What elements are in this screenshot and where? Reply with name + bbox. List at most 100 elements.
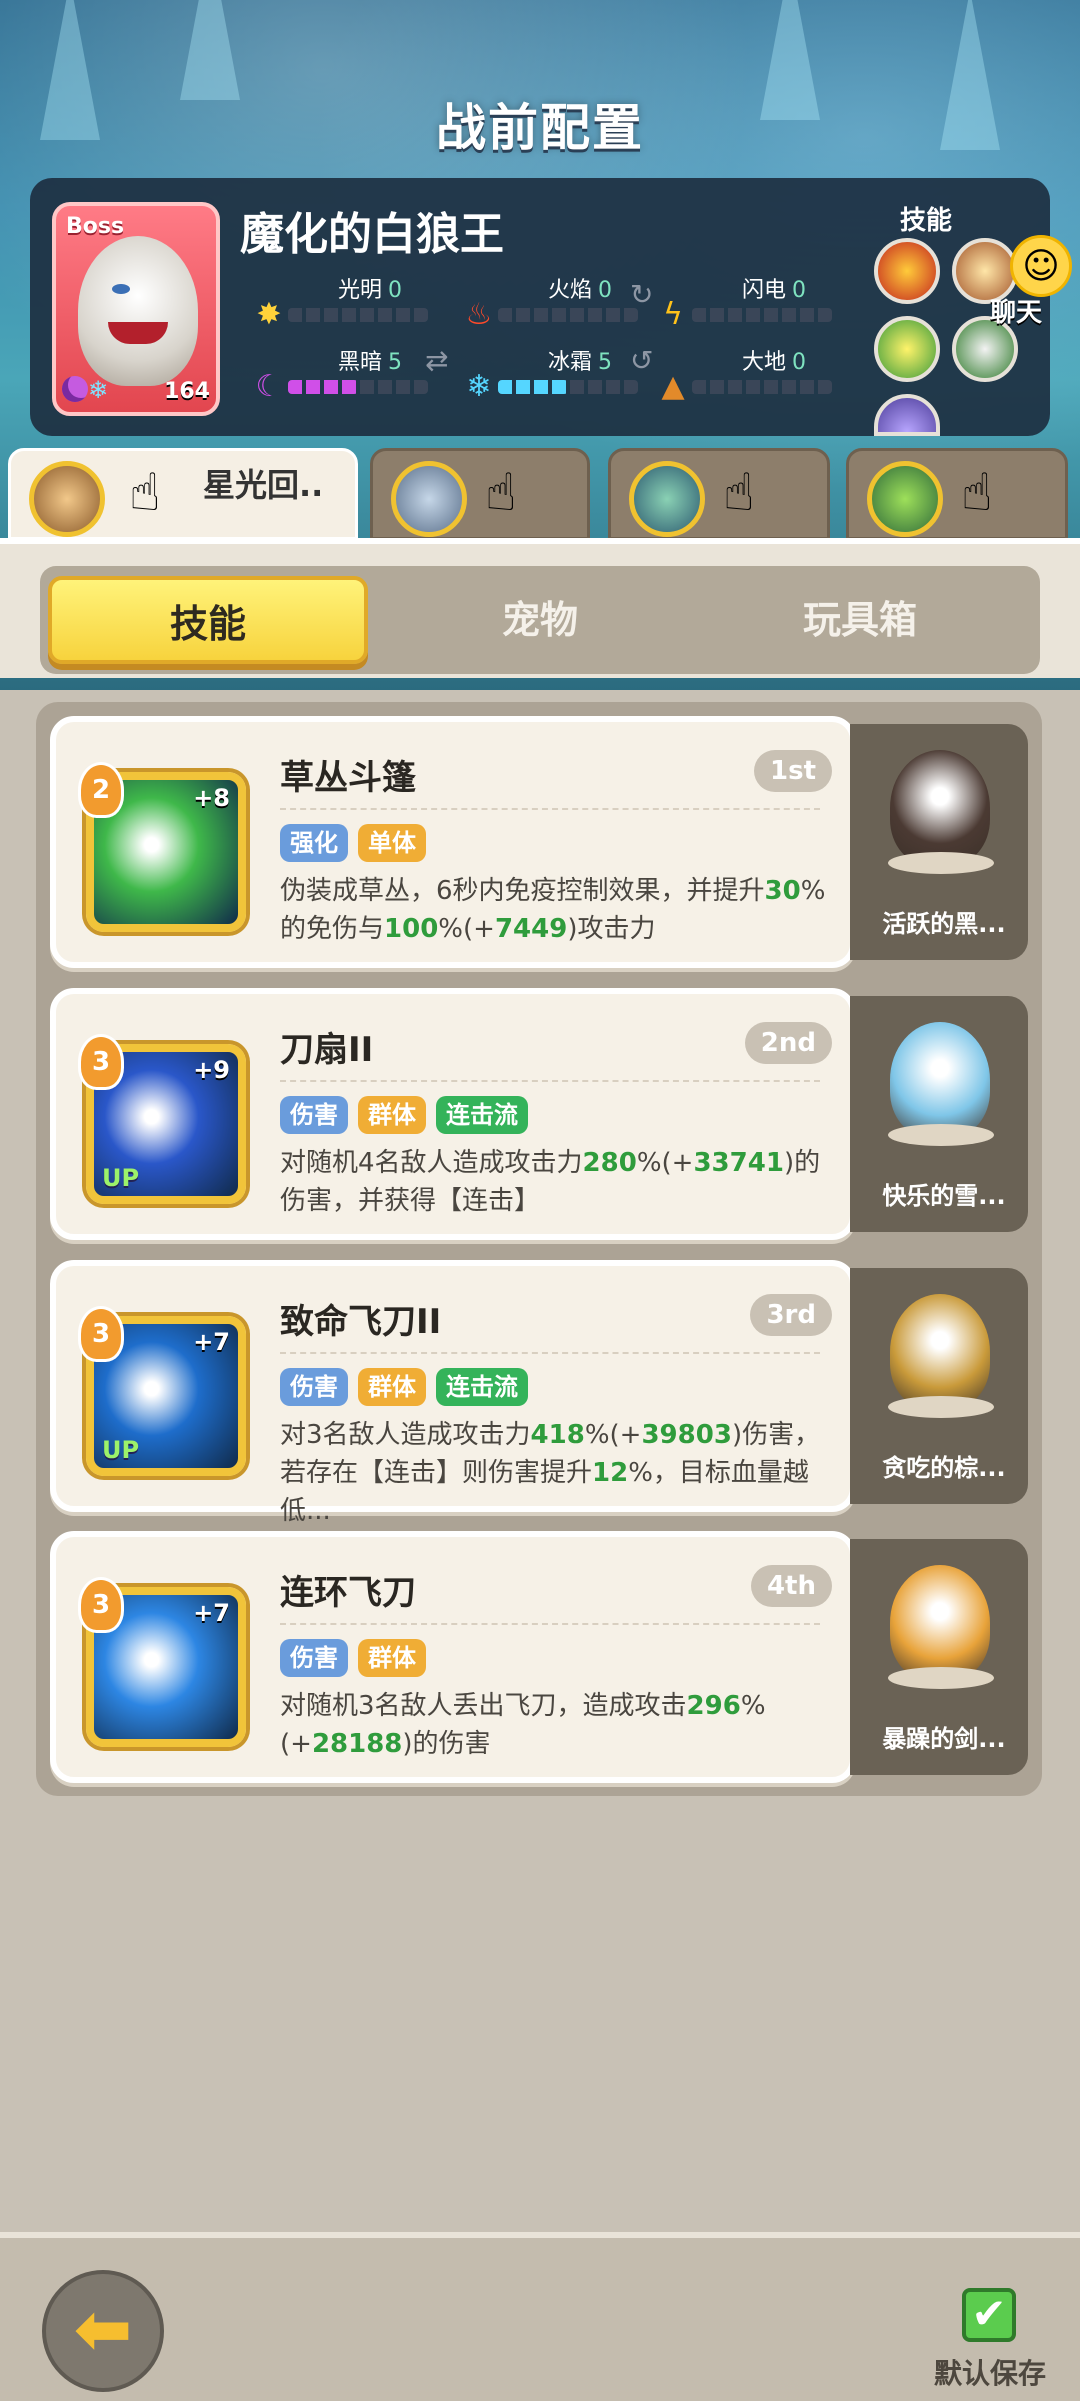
hero-avatar xyxy=(29,461,105,537)
skill-desc-part: )攻击力 xyxy=(567,914,656,944)
pet-name: 快乐的雪... xyxy=(882,1182,1006,1210)
divider xyxy=(280,1352,820,1354)
stat-fire: 火焰 0 ♨ xyxy=(462,272,642,342)
skill-desc-part: %(+ xyxy=(438,914,495,944)
default-save-label[interactable]: 默认保存 xyxy=(934,2352,1046,2392)
skill-card[interactable]: +8 2 草丛斗篷 1st 强化 单体 伪装成草丛，6秒内免疫控制效果，并提升30… xyxy=(50,716,856,968)
hero-tab-2[interactable]: ☝ xyxy=(370,448,590,540)
stat-label: 黑暗 xyxy=(337,350,382,375)
skill-title: 刀扇II xyxy=(280,1030,374,1070)
stat-lightning: 闪电 0 ϟ xyxy=(656,272,836,342)
skill-desc-part: 28188 xyxy=(311,1729,403,1759)
stat-bar xyxy=(288,308,428,322)
skill-row[interactable]: +7 UP 3 致命飞刀II 3rd 伤害 群体 连击流 对3名敌人造成攻击力418… xyxy=(50,1260,1030,1526)
tab-pets[interactable]: 宠物 xyxy=(380,576,700,664)
stat-bar xyxy=(692,308,832,322)
skill-description: 对随机4名敌人造成攻击力280%(+33741)的伤害，并获得【连击】 xyxy=(280,1144,840,1220)
pet-figure-icon xyxy=(890,750,990,866)
skill-title: 连环飞刀 xyxy=(280,1573,416,1613)
skill-title: 致命飞刀II xyxy=(280,1302,442,1342)
skill-desc-part: 7449 xyxy=(494,914,568,944)
skill-tag: 连击流 xyxy=(436,1368,528,1406)
skill-level-badge: 3 xyxy=(78,1034,124,1090)
skill-desc-part: 100 xyxy=(384,914,439,944)
divider xyxy=(280,808,820,810)
ice-crystal-decoration xyxy=(180,0,240,100)
pet-pedestal xyxy=(888,852,994,874)
section-tabs: 技能 宠物 玩具箱 xyxy=(40,566,1040,674)
tab-toybox[interactable]: 玩具箱 xyxy=(700,576,1020,664)
pet-slot[interactable]: 快乐的雪... xyxy=(850,996,1028,1232)
boss-skill-icon[interactable] xyxy=(874,394,940,436)
boss-skills-label: 技能 xyxy=(899,206,952,236)
skill-tag: 单体 xyxy=(358,824,426,862)
chat-emoji-icon[interactable]: ☺ xyxy=(1010,235,1072,297)
hero-tab-name: 星光回.. xyxy=(203,466,324,504)
skill-plus: +7 xyxy=(193,1328,230,1356)
boss-skill-icon[interactable] xyxy=(874,238,940,304)
pet-slot[interactable]: 贪吃的棕... xyxy=(850,1268,1028,1504)
skill-tag: 群体 xyxy=(358,1096,426,1134)
tap-hand-icon: ☝ xyxy=(723,463,755,523)
skill-desc-part: 296 xyxy=(686,1691,741,1721)
skill-description: 对3名敌人造成攻击力418%(+39803)伤害，若存在【连击】则伤害提升12%… xyxy=(280,1416,840,1530)
skill-tags: 伤害 群体 xyxy=(280,1639,436,1679)
pet-figure-icon xyxy=(890,1022,990,1138)
stat-bar xyxy=(498,308,638,322)
moon-icon xyxy=(62,376,88,402)
skill-tag: 伤害 xyxy=(280,1639,348,1677)
skill-tags: 强化 单体 xyxy=(280,824,436,864)
cycle-arrow-icon: ⇄ xyxy=(425,344,449,377)
hero-avatar xyxy=(629,461,705,537)
stat-fill xyxy=(498,380,568,394)
boss-name: 魔化的白狼王 xyxy=(240,209,504,260)
pet-figure-icon xyxy=(890,1565,990,1681)
skill-row[interactable]: +8 2 草丛斗篷 1st 强化 单体 伪装成草丛，6秒内免疫控制效果，并提升30… xyxy=(50,716,1030,968)
pet-slot[interactable]: 活跃的黑... xyxy=(850,724,1028,960)
pet-name: 活跃的黑... xyxy=(882,910,1006,938)
sun-icon: ✸ xyxy=(256,297,282,332)
hero-avatar xyxy=(867,461,943,537)
skill-desc-part: 418 xyxy=(530,1420,585,1450)
skill-desc-part: 280 xyxy=(582,1148,637,1178)
hero-tab-4[interactable]: ☝ xyxy=(846,448,1068,540)
skill-desc-part: 33741 xyxy=(693,1148,784,1178)
skill-card[interactable]: +7 3 连环飞刀 4th 伤害 群体 对随机3名敌人丢出飞刀，造成攻击296%(… xyxy=(50,1531,856,1783)
white-wolf-icon xyxy=(78,236,198,386)
skill-row[interactable]: +9 UP 3 刀扇II 2nd 伤害 群体 连击流 对随机4名敌人造成攻击力280… xyxy=(50,988,1030,1240)
skill-tag: 群体 xyxy=(358,1368,426,1406)
tap-hand-icon: ☝ xyxy=(961,463,993,523)
chat-label[interactable]: 聊天 xyxy=(990,292,1042,329)
boss-skill-icon[interactable] xyxy=(874,316,940,382)
footer-bar: ⬅ ✔ 默认保存 xyxy=(0,2232,1080,2401)
pet-pedestal xyxy=(888,1396,994,1418)
skill-card[interactable]: +7 UP 3 致命飞刀II 3rd 伤害 群体 连击流 对3名敌人造成攻击力418… xyxy=(50,1260,856,1526)
tab-skills[interactable]: 技能 xyxy=(48,576,368,664)
skill-title: 草丛斗篷 xyxy=(280,758,416,798)
skill-level-badge: 2 xyxy=(78,762,124,818)
back-arrow-icon: ⬅ xyxy=(73,2288,133,2370)
skill-plus: +8 xyxy=(193,784,230,812)
skill-tag: 强化 xyxy=(280,824,348,862)
skill-plus: +9 xyxy=(193,1056,230,1084)
skill-card[interactable]: +9 UP 3 刀扇II 2nd 伤害 群体 连击流 对随机4名敌人造成攻击力280… xyxy=(50,988,856,1240)
back-button[interactable]: ⬅ xyxy=(42,2270,164,2392)
skill-desc-part: 伪装成草丛，6秒内免疫控制效果，并提升 xyxy=(280,876,765,906)
skill-desc-part: %(+ xyxy=(636,1148,694,1178)
boss-portrait[interactable]: Boss ❄ 164 xyxy=(52,202,220,416)
pet-pedestal xyxy=(888,1667,994,1689)
flame-icon: ♨ xyxy=(465,297,493,332)
skill-row[interactable]: +7 3 连环飞刀 4th 伤害 群体 对随机3名敌人丢出飞刀，造成攻击296%(… xyxy=(50,1531,1030,1783)
skill-desc-part: 对随机4名敌人造成攻击力 xyxy=(280,1148,583,1178)
mountain-icon: ▲ xyxy=(661,369,685,404)
hero-tab-1[interactable]: ☝ 星光回.. xyxy=(8,448,358,540)
stat-value: 0 xyxy=(792,278,806,303)
skill-level-badge: 3 xyxy=(78,1577,124,1633)
page-title: 战前配置 xyxy=(436,99,644,157)
hero-tab-3[interactable]: ☝ xyxy=(608,448,830,540)
snowflake-icon: ❄ xyxy=(88,376,109,404)
skill-plus: +7 xyxy=(193,1599,230,1627)
stat-fill xyxy=(288,380,358,394)
default-save-checkbox[interactable]: ✔ xyxy=(962,2288,1016,2342)
pet-slot[interactable]: 暴躁的剑... xyxy=(850,1539,1028,1775)
